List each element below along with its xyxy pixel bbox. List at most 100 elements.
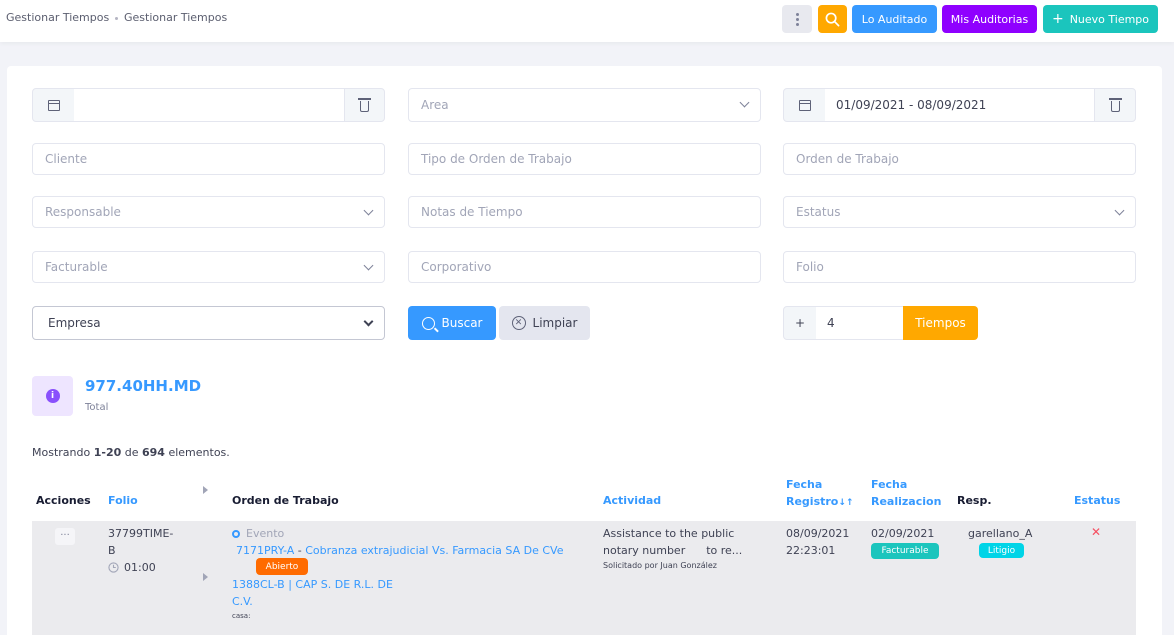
clear-date-button[interactable] <box>344 88 385 122</box>
search-icon <box>421 316 435 330</box>
area-placeholder: Area <box>421 98 449 112</box>
chevron-down-icon <box>363 205 374 216</box>
actividad-line1: Assistance to the public <box>603 527 735 540</box>
total-value: 977.40HH.MD <box>85 377 202 395</box>
chevron-down-icon <box>363 316 374 327</box>
buscar-button[interactable]: Buscar <box>408 306 496 340</box>
facturable-badge: Facturable <box>871 543 939 559</box>
date-range-addon[interactable] <box>783 88 826 122</box>
header-fecha-realizacion-line1: Fecha <box>871 478 908 491</box>
search-button[interactable] <box>818 5 847 33</box>
header-fecha-realizacion-line2: Realizacion <box>871 495 942 508</box>
increment-button[interactable]: + <box>783 306 817 340</box>
header-actividad[interactable]: Actividad <box>603 494 661 507</box>
fecha-realizacion: 02/09/2021 <box>871 527 935 540</box>
row-actions-button[interactable]: ··· <box>55 528 75 545</box>
header-acciones: Acciones <box>36 494 91 507</box>
limpiar-button[interactable]: ✕ Limpiar <box>499 306 590 340</box>
calendar-icon <box>47 99 60 111</box>
nuevo-tiempo-label: Nuevo Tiempo <box>1069 12 1150 26</box>
fecha-registro-cell: 08/09/2021 22:23:01 <box>786 525 849 559</box>
clock-icon <box>108 562 119 573</box>
header-fecha-realizacion[interactable]: Fecha Realizacion <box>871 476 941 510</box>
orden-description[interactable]: Cobranza extrajudicial Vs. Farmacia SA D… <box>305 544 563 557</box>
close-circle-icon: ✕ <box>511 316 526 330</box>
facturable-select[interactable]: Facturable <box>32 251 385 283</box>
resp-value: garellano_A <box>968 527 1033 540</box>
expand-caret-icon[interactable] <box>203 573 208 581</box>
cliente-input[interactable]: Cliente <box>32 143 385 175</box>
corporativo-input[interactable]: Corporativo <box>408 251 761 283</box>
folio-input[interactable]: Folio <box>783 251 1136 283</box>
lo-auditado-button[interactable]: Lo Auditado <box>852 5 937 33</box>
header-fecha-registro-line1: Fecha <box>786 478 823 491</box>
calendar-icon <box>798 99 811 111</box>
clear-date-range-button[interactable] <box>1094 88 1136 122</box>
fecha-registro-line1: 08/09/2021 <box>786 527 850 540</box>
orden-line3[interactable]: C.V. <box>232 593 592 610</box>
count-input[interactable]: 4 <box>816 306 904 340</box>
sort-icon: ↓↑ <box>838 498 854 508</box>
litigio-badge: Litigio <box>979 543 1024 558</box>
pagination-middle: de <box>121 446 142 459</box>
chevron-down-icon <box>1114 205 1125 216</box>
actividad-line2: notary number to re... <box>603 544 743 557</box>
pagination-summary: Mostrando 1-20 de 694 elementos. <box>32 446 230 459</box>
area-select[interactable]: Area <box>408 88 761 122</box>
responsable-select[interactable]: Responsable <box>32 196 385 228</box>
estatus-select[interactable]: Estatus <box>783 196 1136 228</box>
date-input[interactable] <box>74 88 345 122</box>
time-value: 01:00 <box>124 561 156 574</box>
pagination-total: 694 <box>142 446 165 459</box>
table-row: ··· 37799TIME- B 01:00 Evento 7171PRY-A … <box>32 521 1136 635</box>
chevron-down-icon <box>739 97 750 108</box>
plus-icon: + <box>1051 11 1064 27</box>
facturable-placeholder: Facturable <box>45 260 108 274</box>
date-range-input[interactable]: 01/09/2021 - 08/09/2021 <box>825 88 1095 122</box>
header-resp: Resp. <box>957 494 992 507</box>
more-options-button[interactable] <box>782 5 812 33</box>
casa-label: casa: <box>232 612 251 620</box>
event-label: Evento <box>246 527 285 540</box>
buscar-label: Buscar <box>441 316 483 330</box>
actividad-cell: Assistance to the public notary number t… <box>603 525 773 573</box>
orden-link[interactable]: 7171PRY-A <box>236 544 294 557</box>
notas-tiempo-input[interactable]: Notas de Tiempo <box>408 196 761 228</box>
total-label: Total <box>85 402 109 413</box>
estatus-placeholder: Estatus <box>796 205 841 219</box>
trash-icon <box>1108 98 1122 112</box>
breadcrumb-item-1[interactable]: Gestionar Tiempos <box>6 11 109 24</box>
pagination-suffix: elementos. <box>164 446 230 459</box>
chevron-down-icon <box>363 260 374 271</box>
header-estatus[interactable]: Estatus <box>1074 494 1120 507</box>
pagination-range: 1-20 <box>93 446 122 459</box>
status-x-icon[interactable]: ✕ <box>1091 524 1101 541</box>
folio-line2: B <box>108 544 116 557</box>
solicitado-label: Solicitado por Juan González <box>603 561 717 570</box>
responsable-placeholder: Responsable <box>45 205 121 219</box>
date-picker-addon[interactable] <box>32 88 75 122</box>
trash-icon <box>358 98 371 112</box>
folio-line1: 37799TIME- <box>108 527 174 540</box>
tipo-orden-input[interactable]: Tipo de Orden de Trabajo <box>408 143 761 175</box>
empresa-selected: Empresa <box>48 316 101 330</box>
top-bar: Gestionar Tiempos Gestionar Tiempos Lo A… <box>0 0 1174 42</box>
empresa-select[interactable]: Empresa <box>32 306 385 340</box>
breadcrumb-item-2: Gestionar Tiempos <box>124 11 228 24</box>
header-fecha-registro-line2: Registro <box>786 495 839 508</box>
limpiar-label: Limpiar <box>532 316 578 330</box>
nuevo-tiempo-button[interactable]: + Nuevo Tiempo <box>1043 5 1158 33</box>
header-orden-trabajo: Orden de Trabajo <box>232 494 339 507</box>
filters-panel: Area 01/09/2021 - 08/09/2021 Cliente Tip… <box>7 66 1162 635</box>
expand-caret-icon[interactable] <box>203 486 208 494</box>
header-folio[interactable]: Folio <box>108 494 138 507</box>
tiempos-button[interactable]: Tiempos <box>903 306 978 340</box>
mis-auditorias-button[interactable]: Mis Auditorias <box>942 5 1037 33</box>
orden-trabajo-input[interactable]: Orden de Trabajo <box>783 143 1136 175</box>
breadcrumb-separator <box>115 17 118 20</box>
orden-line2[interactable]: 1388CL-B | CAP S. DE R.L. DE <box>232 576 592 593</box>
kebab-icon <box>795 12 799 27</box>
info-badge: i <box>32 376 73 416</box>
header-fecha-registro[interactable]: Fecha Registro↓↑ <box>786 476 853 512</box>
search-icon <box>825 12 840 26</box>
